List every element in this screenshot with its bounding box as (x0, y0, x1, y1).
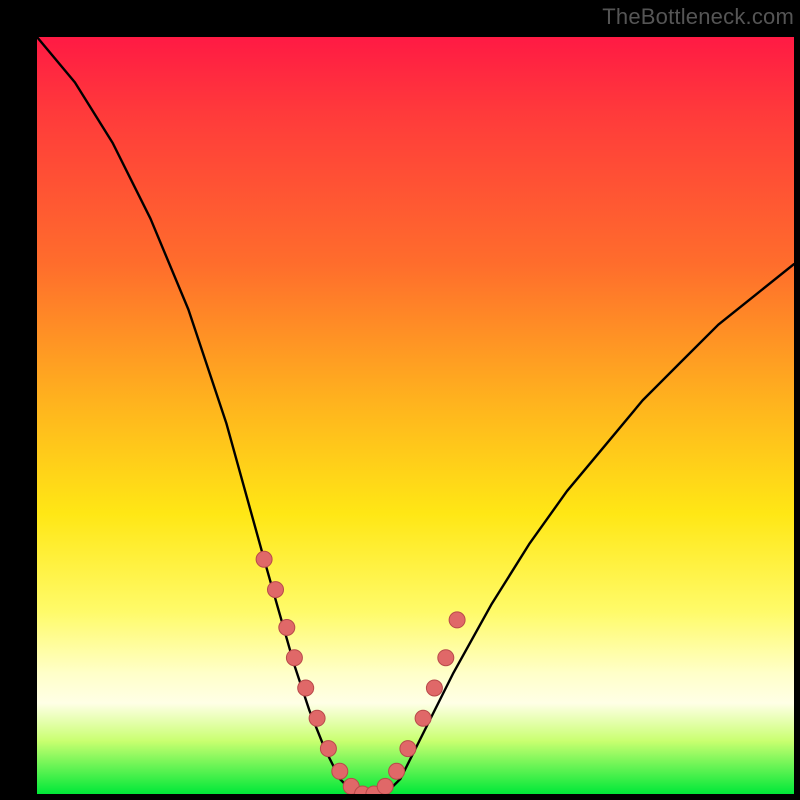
data-marker (268, 582, 284, 598)
data-marker (389, 763, 405, 779)
data-marker (438, 650, 454, 666)
data-marker (298, 680, 314, 696)
data-marker (279, 620, 295, 636)
credit-text: TheBottleneck.com (602, 4, 794, 30)
data-marker (415, 710, 431, 726)
data-marker (426, 680, 442, 696)
data-marker (449, 612, 465, 628)
chart-frame: TheBottleneck.com (0, 0, 800, 800)
data-marker (309, 710, 325, 726)
data-marker (400, 741, 416, 757)
data-marker (332, 763, 348, 779)
data-marker (256, 551, 272, 567)
bottleneck-curve (37, 37, 794, 794)
chart-svg (37, 37, 794, 794)
data-marker (377, 778, 393, 794)
data-marker (286, 650, 302, 666)
data-marker (320, 741, 336, 757)
plot-area (37, 37, 794, 794)
